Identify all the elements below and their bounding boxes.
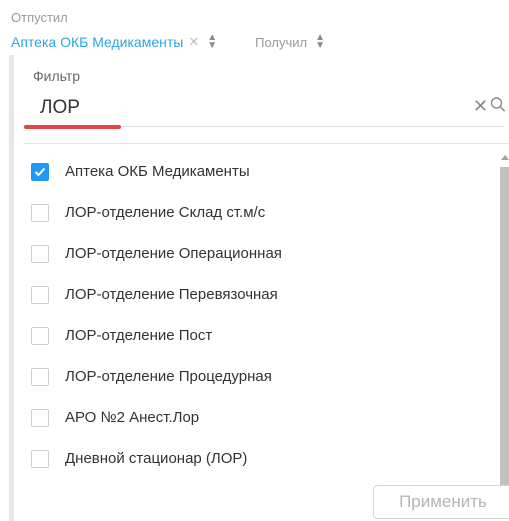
option-item[interactable]: АРО №2 Анест.Лор [27,397,497,438]
sender-label: Отпустил [11,10,68,25]
apply-button[interactable]: Применить [373,485,509,519]
option-label: ЛОР-отделение Пост [65,327,213,344]
option-item[interactable]: Дневной стационар (ЛОР) [27,438,497,479]
header-row: Аптека ОКБ Медикаменты ✕ ▲ ▼ Получил ▲ ▼ [11,32,325,52]
checkbox[interactable] [31,203,49,222]
receiver-label[interactable]: Получил [255,35,307,50]
option-label: ЛОР-отделение Процедурная [65,368,272,385]
checkmark-icon [34,167,46,176]
column-header: Отпустил Аптека ОКБ Медикаменты ✕ ▲ ▼ Пол… [11,10,509,55]
list-scrollbar[interactable] [499,151,509,514]
checkbox[interactable] [31,326,49,345]
option-label: ЛОР-отделение Перевязочная [65,286,278,303]
scrollbar-thumb[interactable] [500,167,509,498]
option-item[interactable]: ЛОР-отделение Операционная [27,233,497,274]
sender-filter-value[interactable]: Аптека ОКБ Медикаменты [11,34,183,50]
option-item[interactable]: ЛОР-отделение Пост [27,315,497,356]
filter-input-focus-indicator [24,125,121,129]
checkbox[interactable] [31,244,49,263]
option-item[interactable]: ЛОР-отделение Склад ст.м/с [27,192,497,233]
filter-label: Фильтр [33,68,81,84]
sort-sender-icon[interactable]: ▲ ▼ [207,33,217,51]
option-item[interactable]: ЛОР-отделение Перевязочная [27,274,497,315]
checkbox[interactable] [31,449,49,468]
option-label: АРО №2 Анест.Лор [65,409,200,426]
clear-sender-filter-icon[interactable]: ✕ [188,34,199,50]
filter-dropdown-panel: Фильтр ✕ Аптека ОКБ Медикаменты ЛОР-отде… [9,55,509,521]
option-label: ЛОР-отделение Склад ст.м/с [65,204,266,221]
filter-search-input[interactable] [33,95,405,121]
divider [24,143,509,144]
option-label: ЛОР-отделение Операционная [65,245,282,262]
option-label: Аптека ОКБ Медикаменты [65,163,250,180]
checkbox[interactable] [31,367,49,386]
checkbox-checked[interactable] [31,162,49,181]
checkbox[interactable] [31,285,49,304]
option-list: Аптека ОКБ Медикаменты ЛОР-отделение Скл… [27,151,497,479]
search-icon[interactable] [490,96,506,119]
checkbox[interactable] [31,408,49,427]
clear-filter-icon[interactable]: ✕ [473,96,488,117]
option-label: Дневной стационар (ЛОР) [65,450,248,467]
option-item[interactable]: ЛОР-отделение Процедурная [27,356,497,397]
option-item[interactable]: Аптека ОКБ Медикаменты [27,151,497,192]
scroll-up-icon[interactable] [501,155,509,160]
sort-receiver-icon[interactable]: ▲ ▼ [315,33,325,51]
